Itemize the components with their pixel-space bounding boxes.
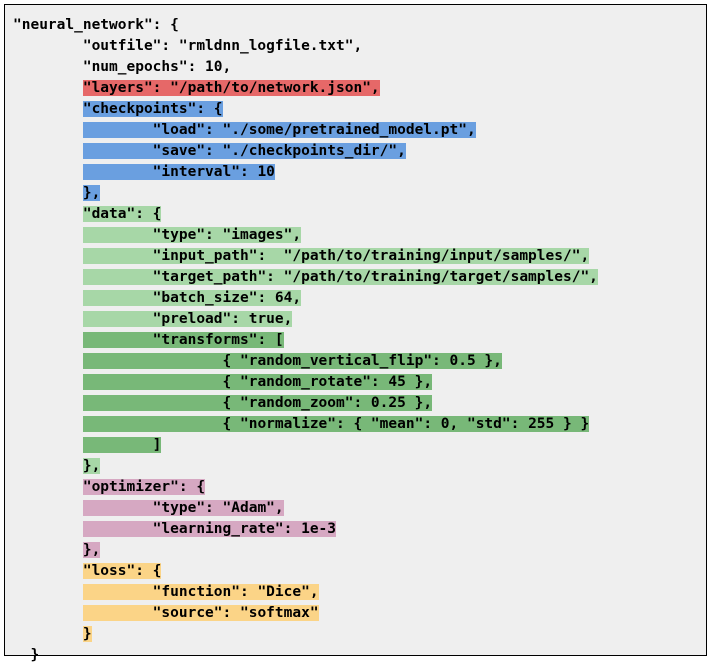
- line-data-target-path: "target_path": "/path/to/training/target…: [13, 269, 598, 285]
- hl-data-type: "type": "images",: [83, 227, 301, 243]
- hl-tf-zoom: { "random_zoom": 0.25 },: [223, 395, 433, 411]
- line-data-transforms-close: ]: [13, 437, 161, 453]
- line-checkpoints-interval: "interval": 10: [13, 164, 275, 180]
- hl-data-preload: "preload": true,: [83, 311, 293, 327]
- hl-data-open: "data": {: [83, 206, 162, 222]
- line-data-tf-zoom: { "random_zoom": 0.25 },: [13, 395, 432, 411]
- hl-data-input-path: "input_path": "/path/to/training/input/s…: [83, 248, 589, 264]
- hl-checkpoints-close: },: [83, 185, 100, 201]
- line-data-preload: "preload": true,: [13, 311, 292, 327]
- line-outfile: "outfile": "rmldnn_logfile.txt",: [13, 38, 362, 54]
- line-data-tf-flip: { "random_vertical_flip": 0.5 },: [13, 353, 502, 369]
- line-loss-open: "loss": {: [13, 563, 161, 579]
- hl-loss-open: "loss": {: [83, 563, 162, 579]
- hl-tf-flip: { "random_vertical_flip": 0.5 },: [223, 353, 502, 369]
- line-data-tf-rotate: { "random_rotate": 45 },: [13, 374, 432, 390]
- line-optimizer-close: },: [13, 542, 100, 558]
- line-data-tf-norm: { "normalize": { "mean": 0, "std": 255 }…: [13, 416, 589, 432]
- line-layers: "layers": "/path/to/network.json",: [13, 80, 380, 96]
- hl-tf-pad-rotate: [83, 374, 223, 390]
- hl-checkpoints-load: "load": "./some/pretrained_model.pt",: [83, 122, 476, 138]
- hl-optimizer-type: "type": "Adam",: [83, 500, 284, 516]
- line-data-batch-size: "batch_size": 64,: [13, 290, 301, 306]
- line-loss-close: }: [13, 626, 92, 642]
- code-frame: "neural_network": { "outfile": "rmldnn_l…: [4, 4, 707, 656]
- hl-data-transforms-open: "transforms": [: [83, 332, 284, 348]
- hl-checkpoints-interval: "interval": 10: [83, 164, 275, 180]
- hl-tf-norm: { "normalize": { "mean": 0, "std": 255 }…: [223, 416, 590, 432]
- line-root-open: "neural_network": {: [13, 17, 179, 33]
- hl-layers: "layers": "/path/to/network.json",: [83, 80, 380, 96]
- line-loss-source: "source": "softmax": [13, 605, 319, 621]
- line-data-input-path: "input_path": "/path/to/training/input/s…: [13, 248, 589, 264]
- line-checkpoints-open: "checkpoints": {: [13, 101, 223, 117]
- line-data-close: },: [13, 458, 100, 474]
- hl-tf-pad-flip: [83, 353, 223, 369]
- line-optimizer-type: "type": "Adam",: [13, 500, 284, 516]
- hl-tf-rotate: { "random_rotate": 45 },: [223, 374, 433, 390]
- hl-data-target-path: "target_path": "/path/to/training/target…: [83, 269, 598, 285]
- hl-checkpoints-save: "save": "./checkpoints_dir/",: [83, 143, 406, 159]
- hl-tf-pad-norm: [83, 416, 223, 432]
- hl-loss-source: "source": "softmax": [83, 605, 319, 621]
- hl-tf-pad-zoom: [83, 395, 223, 411]
- line-data-type: "type": "images",: [13, 227, 301, 243]
- hl-optimizer-close: },: [83, 542, 100, 558]
- line-num-epochs: "num_epochs": 10,: [13, 59, 231, 75]
- line-loss-function: "function": "Dice",: [13, 584, 319, 600]
- hl-optimizer-open: "optimizer": {: [83, 479, 205, 495]
- hl-data-transforms-close: ]: [83, 437, 162, 453]
- line-data-open: "data": {: [13, 206, 161, 222]
- line-checkpoints-load: "load": "./some/pretrained_model.pt",: [13, 122, 476, 138]
- hl-loss-function: "function": "Dice",: [83, 584, 319, 600]
- config-json-code: "neural_network": { "outfile": "rmldnn_l…: [13, 15, 698, 666]
- hl-loss-close: }: [83, 626, 92, 642]
- line-checkpoints-save: "save": "./checkpoints_dir/",: [13, 143, 406, 159]
- hl-data-close: },: [83, 458, 100, 474]
- line-optimizer-lr: "learning_rate": 1e-3: [13, 521, 336, 537]
- hl-checkpoints-open: "checkpoints": {: [83, 101, 223, 117]
- hl-optimizer-lr: "learning_rate": 1e-3: [83, 521, 336, 537]
- line-optimizer-open: "optimizer": {: [13, 479, 205, 495]
- hl-data-batch-size: "batch_size": 64,: [83, 290, 301, 306]
- line-data-transforms-open: "transforms": [: [13, 332, 284, 348]
- line-checkpoints-close: },: [13, 185, 100, 201]
